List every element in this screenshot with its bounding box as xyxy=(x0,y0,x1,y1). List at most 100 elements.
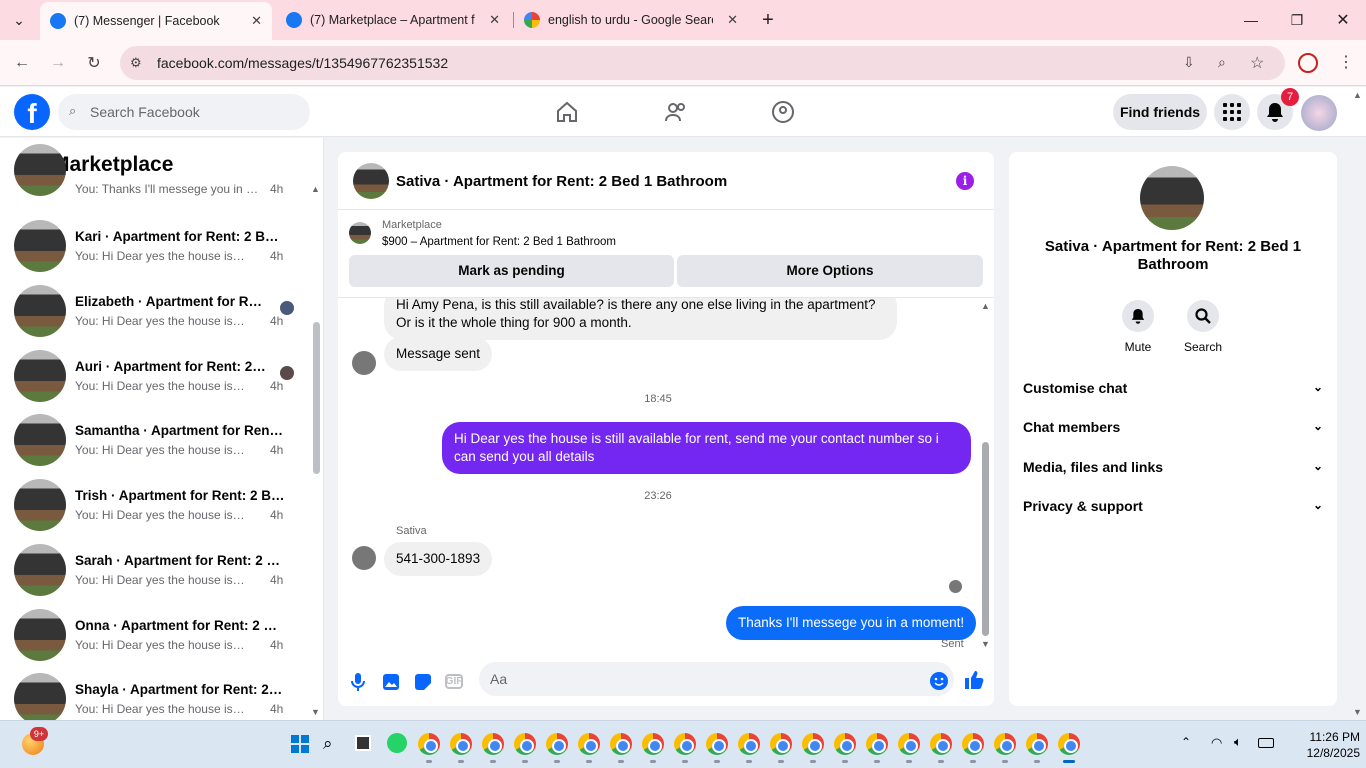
windows-start-icon[interactable] xyxy=(291,735,309,753)
chat-avatar[interactable] xyxy=(353,163,389,199)
install-app-icon[interactable]: ⇩ xyxy=(1183,54,1195,71)
mark-as-pending-button[interactable]: Mark as pending xyxy=(349,255,674,287)
chrome-taskbar-icon[interactable] xyxy=(450,733,472,755)
chrome-taskbar-icon[interactable] xyxy=(706,733,728,755)
search-in-chat-button[interactable]: Search xyxy=(1173,300,1233,354)
chrome-taskbar-icon[interactable] xyxy=(578,733,600,755)
list-item[interactable]: Onna · Apartment for Rent: 2 Be... You: … xyxy=(14,609,304,665)
search-facebook-input[interactable]: ⌕ Search Facebook xyxy=(58,94,310,130)
list-item[interactable]: Auri · Apartment for Rent: 2 B... You: H… xyxy=(14,350,304,406)
chat-scrollbar[interactable] xyxy=(982,442,989,636)
battery-icon[interactable] xyxy=(1258,738,1274,748)
chrome-taskbar-icon[interactable] xyxy=(674,733,696,755)
bookmark-star-icon[interactable]: ☆ xyxy=(1250,53,1264,73)
whatsapp-icon[interactable] xyxy=(387,733,407,753)
minimize-icon[interactable]: — xyxy=(1228,0,1274,40)
gif-icon[interactable]: GIF xyxy=(445,674,463,689)
profile-icon[interactable] xyxy=(1298,53,1318,73)
page-scroll-down-icon[interactable]: ▼ xyxy=(1353,707,1362,717)
chat-title[interactable]: Sativa · Apartment for Rent: 2 Bed 1 Bat… xyxy=(396,173,727,190)
maximize-icon[interactable]: ❐ xyxy=(1274,0,1320,40)
reload-icon[interactable]: ↻ xyxy=(84,53,104,73)
back-icon[interactable]: ← xyxy=(12,53,32,73)
omnibox[interactable]: ⚙ facebook.com/messages/t/13549677623515… xyxy=(120,46,1285,80)
chrome-taskbar-icon[interactable] xyxy=(802,733,824,755)
customise-chat-section[interactable]: Customise chat ⌄ xyxy=(1023,380,1323,396)
taskbar-search-icon[interactable]: ⌕ xyxy=(323,734,333,754)
tab-title: (7) Messenger | Facebook xyxy=(74,14,220,28)
home-icon[interactable] xyxy=(553,98,581,126)
groups-icon[interactable] xyxy=(769,98,797,126)
list-item[interactable]: Kari · Apartment for Rent: 2 Bed... You:… xyxy=(14,220,304,276)
zoom-icon[interactable]: ⌕ xyxy=(1218,54,1226,71)
emoji-icon[interactable] xyxy=(929,671,949,691)
close-tab-icon[interactable]: ✕ xyxy=(489,12,500,28)
browser-menu-icon[interactable]: ⋮ xyxy=(1338,52,1354,72)
scroll-up-icon[interactable]: ▲ xyxy=(981,301,990,311)
close-tab-icon[interactable]: ✕ xyxy=(251,13,262,29)
new-tab-button[interactable]: + xyxy=(745,0,791,40)
listing-title[interactable]: $900 – Apartment for Rent: 2 Bed 1 Bathr… xyxy=(382,236,616,248)
scroll-down-icon[interactable]: ▼ xyxy=(981,639,990,649)
tab-google-search[interactable]: english to urdu - Google Search ✕ xyxy=(514,4,748,36)
chrome-taskbar-icon[interactable] xyxy=(1058,733,1080,755)
url-text[interactable]: facebook.com/messages/t/1354967762351532 xyxy=(157,55,448,71)
facebook-logo-icon[interactable]: f xyxy=(14,94,50,130)
system-clock[interactable]: 11:26 PM 12/8/2025 xyxy=(1282,729,1360,761)
list-scrollbar[interactable] xyxy=(313,322,320,474)
more-options-button[interactable]: More Options xyxy=(677,255,983,287)
chrome-taskbar-icon[interactable] xyxy=(546,733,568,755)
list-item[interactable]: Elizabeth · Apartment for Ren... You: Hi… xyxy=(14,285,304,341)
chrome-taskbar-icon[interactable] xyxy=(898,733,920,755)
tab-search-icon[interactable]: ⌄ xyxy=(0,0,38,40)
chrome-taskbar-icon[interactable] xyxy=(482,733,504,755)
chrome-taskbar-icon[interactable] xyxy=(994,733,1016,755)
show-hidden-icons-icon[interactable]: ⌃ xyxy=(1181,735,1191,749)
list-item[interactable]: Samantha · Apartment for Rent:... You: H… xyxy=(14,414,304,470)
tab-messenger[interactable]: (7) Messenger | Facebook ✕ xyxy=(40,2,272,40)
photo-icon[interactable] xyxy=(381,672,401,692)
list-item[interactable]: Sarah · Apartment for Rent: 2 B... You: … xyxy=(14,544,304,600)
menu-grid-icon[interactable] xyxy=(1214,94,1250,130)
friends-icon[interactable] xyxy=(662,98,690,126)
page-scroll-up-icon[interactable]: ▲ xyxy=(1353,90,1362,100)
volume-icon[interactable]: 🔈︎ xyxy=(1234,734,1242,750)
privacy-support-section[interactable]: Privacy & support ⌄ xyxy=(1023,498,1323,514)
media-files-links-section[interactable]: Media, files and links ⌄ xyxy=(1023,459,1323,475)
account-avatar[interactable] xyxy=(1301,95,1337,131)
listing-thumbnail[interactable] xyxy=(349,222,371,244)
find-friends-button[interactable]: Find friends xyxy=(1113,94,1207,130)
list-item[interactable]: Shayla · Apartment for Rent: 2 B... You:… xyxy=(14,673,304,720)
running-indicator xyxy=(874,760,880,763)
mute-button[interactable]: Mute xyxy=(1108,300,1168,354)
chat-members-section[interactable]: Chat members ⌄ xyxy=(1023,419,1323,435)
tab-marketplace[interactable]: (7) Marketplace – Apartment fo ✕ xyxy=(276,4,510,36)
sticker-icon[interactable] xyxy=(413,672,433,692)
scroll-up-icon[interactable]: ▲ xyxy=(311,184,320,194)
chrome-taskbar-icon[interactable] xyxy=(770,733,792,755)
message-input[interactable]: Aa xyxy=(479,662,954,696)
chrome-taskbar-icon[interactable] xyxy=(866,733,888,755)
chrome-taskbar-icon[interactable] xyxy=(962,733,984,755)
site-info-icon[interactable]: ⚙ xyxy=(130,55,142,71)
forward-icon[interactable]: → xyxy=(48,53,68,73)
chrome-taskbar-icon[interactable] xyxy=(834,733,856,755)
task-view-icon[interactable] xyxy=(355,735,371,751)
chrome-taskbar-icon[interactable] xyxy=(642,733,664,755)
scroll-down-icon[interactable]: ▼ xyxy=(311,707,320,717)
list-item[interactable]: You: Thanks I'll messege you in a ... 4h xyxy=(14,144,304,196)
close-tab-icon[interactable]: ✕ xyxy=(727,12,738,28)
wifi-icon[interactable]: ◠ xyxy=(1211,735,1222,751)
list-item[interactable]: Trish · Apartment for Rent: 2 Be... You:… xyxy=(14,479,304,535)
chrome-taskbar-icon[interactable] xyxy=(1026,733,1048,755)
close-window-icon[interactable]: ✕ xyxy=(1320,0,1366,40)
chrome-taskbar-icon[interactable] xyxy=(514,733,536,755)
info-icon[interactable]: i xyxy=(956,172,974,190)
chrome-taskbar-icon[interactable] xyxy=(610,733,632,755)
chrome-taskbar-icon[interactable] xyxy=(738,733,760,755)
chrome-taskbar-icon[interactable] xyxy=(418,733,440,755)
like-thumb-icon[interactable] xyxy=(964,670,984,690)
seen-avatar xyxy=(949,580,962,593)
chrome-taskbar-icon[interactable] xyxy=(930,733,952,755)
microphone-icon[interactable] xyxy=(348,672,368,692)
